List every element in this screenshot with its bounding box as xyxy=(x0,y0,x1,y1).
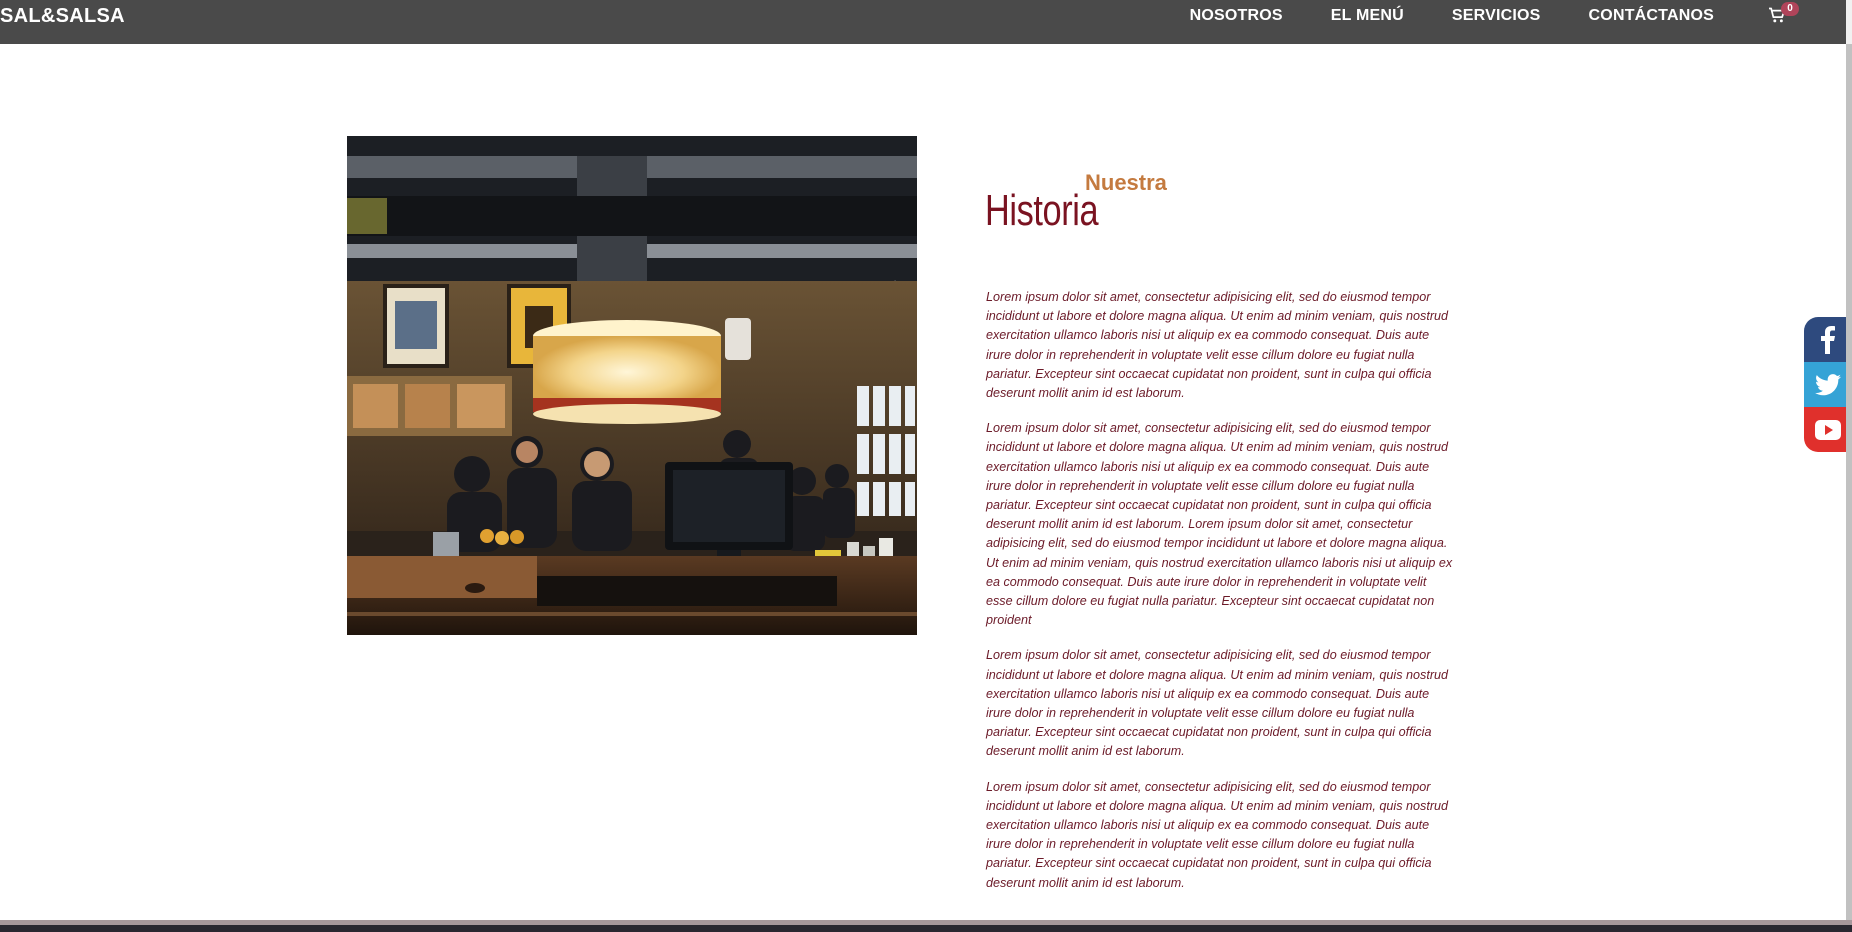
section-title: Historia xyxy=(985,186,1099,235)
youtube-icon xyxy=(1815,419,1841,440)
facebook-button[interactable] xyxy=(1804,317,1852,362)
twitter-button[interactable] xyxy=(1804,362,1852,407)
next-section-band xyxy=(0,920,1852,925)
cart-button[interactable]: 0 xyxy=(1768,2,1799,26)
paragraph: Lorem ipsum dolor sit amet, consectetur … xyxy=(986,290,1449,401)
twitter-icon xyxy=(1815,373,1841,395)
page-scrollbar[interactable] xyxy=(1846,0,1852,932)
main-nav: NOSOTROS EL MENÚ SERVICIOS CONTÁCTANOS 0 xyxy=(1190,0,1799,32)
paragraph: Lorem ipsum dolor sit amet, consectetur … xyxy=(986,421,1453,628)
about-text: Lorem ipsum dolor sit amet, consectetur … xyxy=(986,288,1456,909)
top-navbar: SAL&SALSA NOSOTROS EL MENÚ SERVICIOS CON… xyxy=(0,0,1852,44)
paragraph: Lorem ipsum dolor sit amet, consectetur … xyxy=(986,779,1449,890)
cart-count-badge: 0 xyxy=(1781,2,1799,16)
next-section-edge xyxy=(0,920,1852,932)
restaurant-photo xyxy=(347,136,917,635)
nav-link-nosotros[interactable]: NOSOTROS xyxy=(1190,0,1283,32)
youtube-button[interactable] xyxy=(1804,407,1852,452)
social-rail xyxy=(1804,317,1852,452)
paragraph: Lorem ipsum dolor sit amet, consectetur … xyxy=(986,648,1449,759)
nav-link-servicios[interactable]: SERVICIOS xyxy=(1452,0,1541,32)
nav-link-menu[interactable]: EL MENÚ xyxy=(1331,0,1404,32)
nav-link-contactanos[interactable]: CONTÁCTANOS xyxy=(1589,0,1714,32)
brand-logo[interactable]: SAL&SALSA xyxy=(0,0,125,32)
scrollbar-thumb[interactable] xyxy=(1846,44,1852,924)
facebook-icon xyxy=(1821,325,1835,354)
